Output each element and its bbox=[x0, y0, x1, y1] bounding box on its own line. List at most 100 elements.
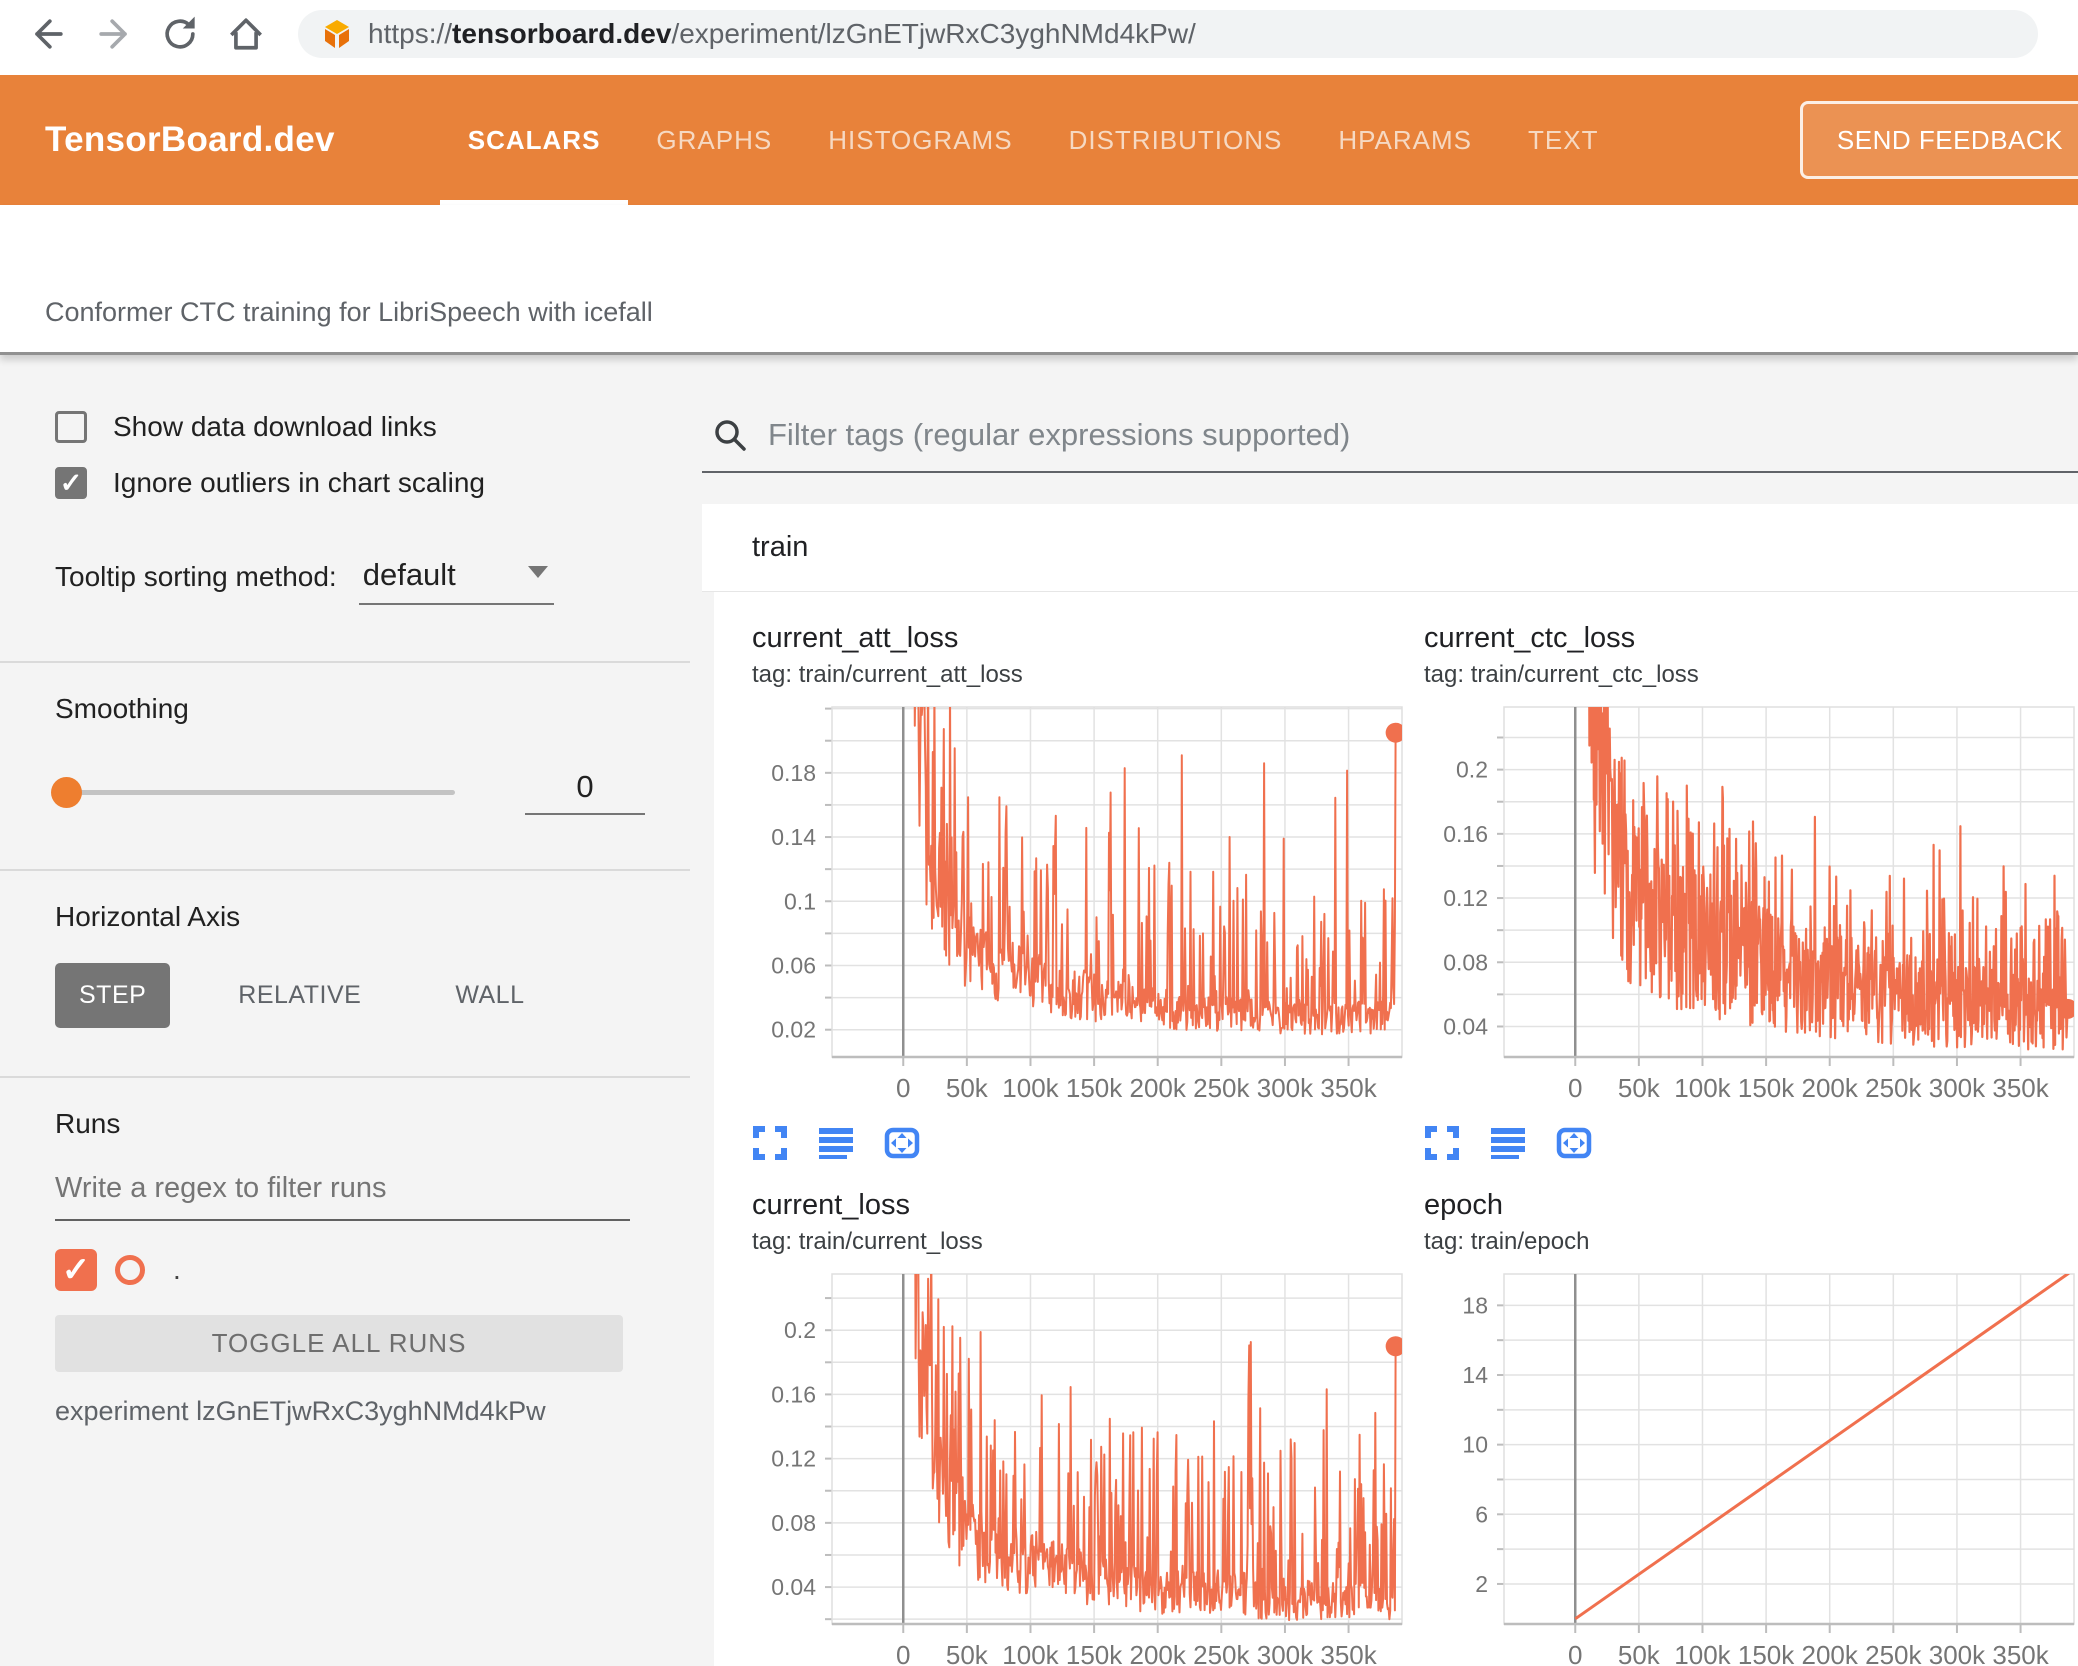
show-download-links-checkbox[interactable] bbox=[55, 411, 87, 443]
svg-text:0.18: 0.18 bbox=[771, 760, 816, 786]
svg-text:350k: 350k bbox=[1992, 1640, 2049, 1666]
svg-text:0.12: 0.12 bbox=[1443, 885, 1488, 911]
svg-text:200k: 200k bbox=[1130, 1073, 1187, 1103]
chart-title: current_ctc_loss bbox=[1424, 622, 1636, 654]
smoothing-slider-row: 0 bbox=[51, 769, 645, 815]
svg-text:10: 10 bbox=[1462, 1432, 1488, 1458]
ignore-outliers-checkbox[interactable]: ✓ bbox=[55, 467, 87, 499]
forward-icon[interactable] bbox=[88, 8, 140, 60]
svg-text:350k: 350k bbox=[1320, 1073, 1377, 1103]
line-chart[interactable]: 0 50k 100k 150k 200k 250k 300k 350k0.040.080.12… bbox=[752, 1264, 1412, 1666]
tag-filter-input[interactable] bbox=[768, 417, 2078, 453]
scalars-dashboard: train current_att_loss tag: train/curren… bbox=[690, 355, 2078, 1666]
svg-text:300k: 300k bbox=[1929, 1073, 1986, 1103]
svg-text:0.08: 0.08 bbox=[771, 1510, 816, 1536]
runs-filter-input[interactable] bbox=[55, 1164, 630, 1221]
line-chart[interactable]: 0 50k 100k 150k 200k 250k 300k 350k 2 6 10 14 18 bbox=[1424, 1264, 2078, 1666]
run-list-item[interactable]: ✓ . bbox=[55, 1249, 645, 1291]
chart-card-epoch: epoch tag: train/epoch 0 50k 100k 150k 200k 2… bbox=[1424, 1189, 2078, 1666]
runs-label: Runs bbox=[55, 1108, 121, 1139]
run-checkbox[interactable]: ✓ bbox=[55, 1249, 97, 1291]
svg-text:350k: 350k bbox=[1320, 1640, 1377, 1666]
fullscreen-icon[interactable] bbox=[752, 1125, 788, 1161]
svg-text:0.14: 0.14 bbox=[771, 824, 816, 850]
chart-toolbar bbox=[1424, 1123, 2078, 1163]
address-bar[interactable]: https://tensorboard.dev/experiment/lzGnE… bbox=[298, 9, 2038, 58]
tag-group-header-train[interactable]: train bbox=[702, 504, 2078, 592]
svg-text:150k: 150k bbox=[1066, 1640, 1123, 1666]
ignore-outliers-label: Ignore outliers in chart scaling bbox=[113, 467, 485, 498]
svg-text:300k: 300k bbox=[1257, 1640, 1314, 1666]
horizontal-axis-buttons: STEP RELATIVE WALL bbox=[55, 963, 645, 1028]
axis-step-button[interactable]: STEP bbox=[55, 963, 171, 1028]
run-color-swatch bbox=[115, 1255, 145, 1285]
svg-text:0.08: 0.08 bbox=[1443, 949, 1488, 975]
ignore-outliers-row[interactable]: ✓ Ignore outliers in chart scaling bbox=[55, 467, 645, 499]
svg-text:0.2: 0.2 bbox=[784, 1317, 816, 1343]
svg-text:14: 14 bbox=[1462, 1362, 1488, 1388]
svg-text:200k: 200k bbox=[1802, 1640, 1859, 1666]
tab-text[interactable]: TEXT bbox=[1500, 75, 1626, 205]
svg-text:250k: 250k bbox=[1865, 1073, 1922, 1103]
tab-distributions[interactable]: DISTRIBUTIONS bbox=[1041, 75, 1311, 205]
axis-relative-button[interactable]: RELATIVE bbox=[212, 963, 387, 1028]
svg-text:100k: 100k bbox=[1674, 1073, 1731, 1103]
svg-text:200k: 200k bbox=[1802, 1073, 1859, 1103]
charts-panel: current_att_loss tag: train/current_att_… bbox=[714, 592, 2078, 1666]
axis-wall-button[interactable]: WALL bbox=[429, 963, 550, 1028]
line-chart[interactable]: 0 50k 100k 150k 200k 250k 300k 350k 0.02 0.06 0.1 0… bbox=[752, 697, 1412, 1117]
svg-text:0: 0 bbox=[1568, 1640, 1582, 1666]
tab-histograms[interactable]: HISTOGRAMS bbox=[800, 75, 1040, 205]
sidebar-divider bbox=[0, 869, 690, 871]
browser-toolbar: https://tensorboard.dev/experiment/lzGnE… bbox=[0, 0, 2078, 75]
svg-text:250k: 250k bbox=[1193, 1073, 1250, 1103]
tooltip-sorting-value: default bbox=[362, 557, 456, 592]
send-feedback-button[interactable]: SEND FEEDBACK bbox=[1799, 101, 2078, 179]
smoothing-value[interactable]: 0 bbox=[525, 769, 645, 815]
toggle-all-runs-button[interactable]: TOGGLE ALL RUNS bbox=[55, 1315, 623, 1372]
home-icon[interactable] bbox=[220, 8, 272, 60]
chart-tag: tag: train/current_ctc_loss bbox=[1424, 661, 1699, 688]
svg-text:300k: 300k bbox=[1929, 1640, 1986, 1666]
brand-title: TensorBoard.dev bbox=[45, 120, 335, 159]
svg-text:50k: 50k bbox=[1618, 1073, 1661, 1103]
data-list-icon[interactable] bbox=[818, 1125, 854, 1161]
sidebar-divider bbox=[0, 661, 690, 663]
nav-tabs: SCALARS GRAPHS HISTOGRAMS DISTRIBUTIONS … bbox=[439, 75, 1627, 205]
fit-domain-icon[interactable] bbox=[1556, 1125, 1592, 1161]
svg-text:0.16: 0.16 bbox=[771, 1381, 816, 1407]
settings-sidebar: Show data download links ✓ Ignore outlie… bbox=[0, 355, 690, 1666]
back-icon[interactable] bbox=[22, 8, 74, 60]
tag-group-title: train bbox=[752, 531, 809, 563]
svg-text:50k: 50k bbox=[946, 1640, 989, 1666]
chart-card-current-loss: current_loss tag: train/current_loss 0 50… bbox=[752, 1189, 1424, 1666]
reload-icon[interactable] bbox=[154, 8, 206, 60]
svg-text:0.1: 0.1 bbox=[784, 888, 816, 914]
svg-text:0.16: 0.16 bbox=[1443, 821, 1488, 847]
run-name: . bbox=[173, 1254, 181, 1285]
svg-text:350k: 350k bbox=[1992, 1073, 2049, 1103]
svg-text:0: 0 bbox=[896, 1640, 910, 1666]
svg-text:0: 0 bbox=[1568, 1073, 1582, 1103]
show-download-links-row[interactable]: Show data download links bbox=[55, 411, 645, 443]
tooltip-sorting-dropdown[interactable]: default bbox=[358, 557, 554, 605]
svg-text:0.02: 0.02 bbox=[771, 1017, 816, 1043]
tab-hparams[interactable]: HPARAMS bbox=[1310, 75, 1500, 205]
data-list-icon[interactable] bbox=[1490, 1125, 1526, 1161]
svg-text:0.04: 0.04 bbox=[771, 1574, 816, 1600]
slider-thumb[interactable] bbox=[51, 776, 82, 808]
chevron-down-icon bbox=[527, 566, 548, 578]
tab-graphs[interactable]: GRAPHS bbox=[628, 75, 800, 205]
tab-scalars[interactable]: SCALARS bbox=[439, 75, 629, 205]
smoothing-slider[interactable] bbox=[51, 776, 455, 808]
tooltip-sorting-label: Tooltip sorting method: bbox=[55, 561, 337, 592]
search-icon bbox=[715, 420, 746, 451]
svg-text:18: 18 bbox=[1462, 1292, 1488, 1318]
experiment-id-label: experiment lzGnETjwRxC3yghNMd4kPw bbox=[55, 1396, 546, 1426]
svg-text:100k: 100k bbox=[1674, 1640, 1731, 1666]
line-chart[interactable]: 0 50k 100k 150k 200k 250k 300k 350k0.040.080.12… bbox=[1424, 697, 2078, 1117]
chart-title: epoch bbox=[1424, 1189, 1504, 1221]
fit-domain-icon[interactable] bbox=[884, 1125, 920, 1161]
tooltip-sorting-row: Tooltip sorting method: default bbox=[55, 557, 645, 605]
fullscreen-icon[interactable] bbox=[1424, 1125, 1460, 1161]
